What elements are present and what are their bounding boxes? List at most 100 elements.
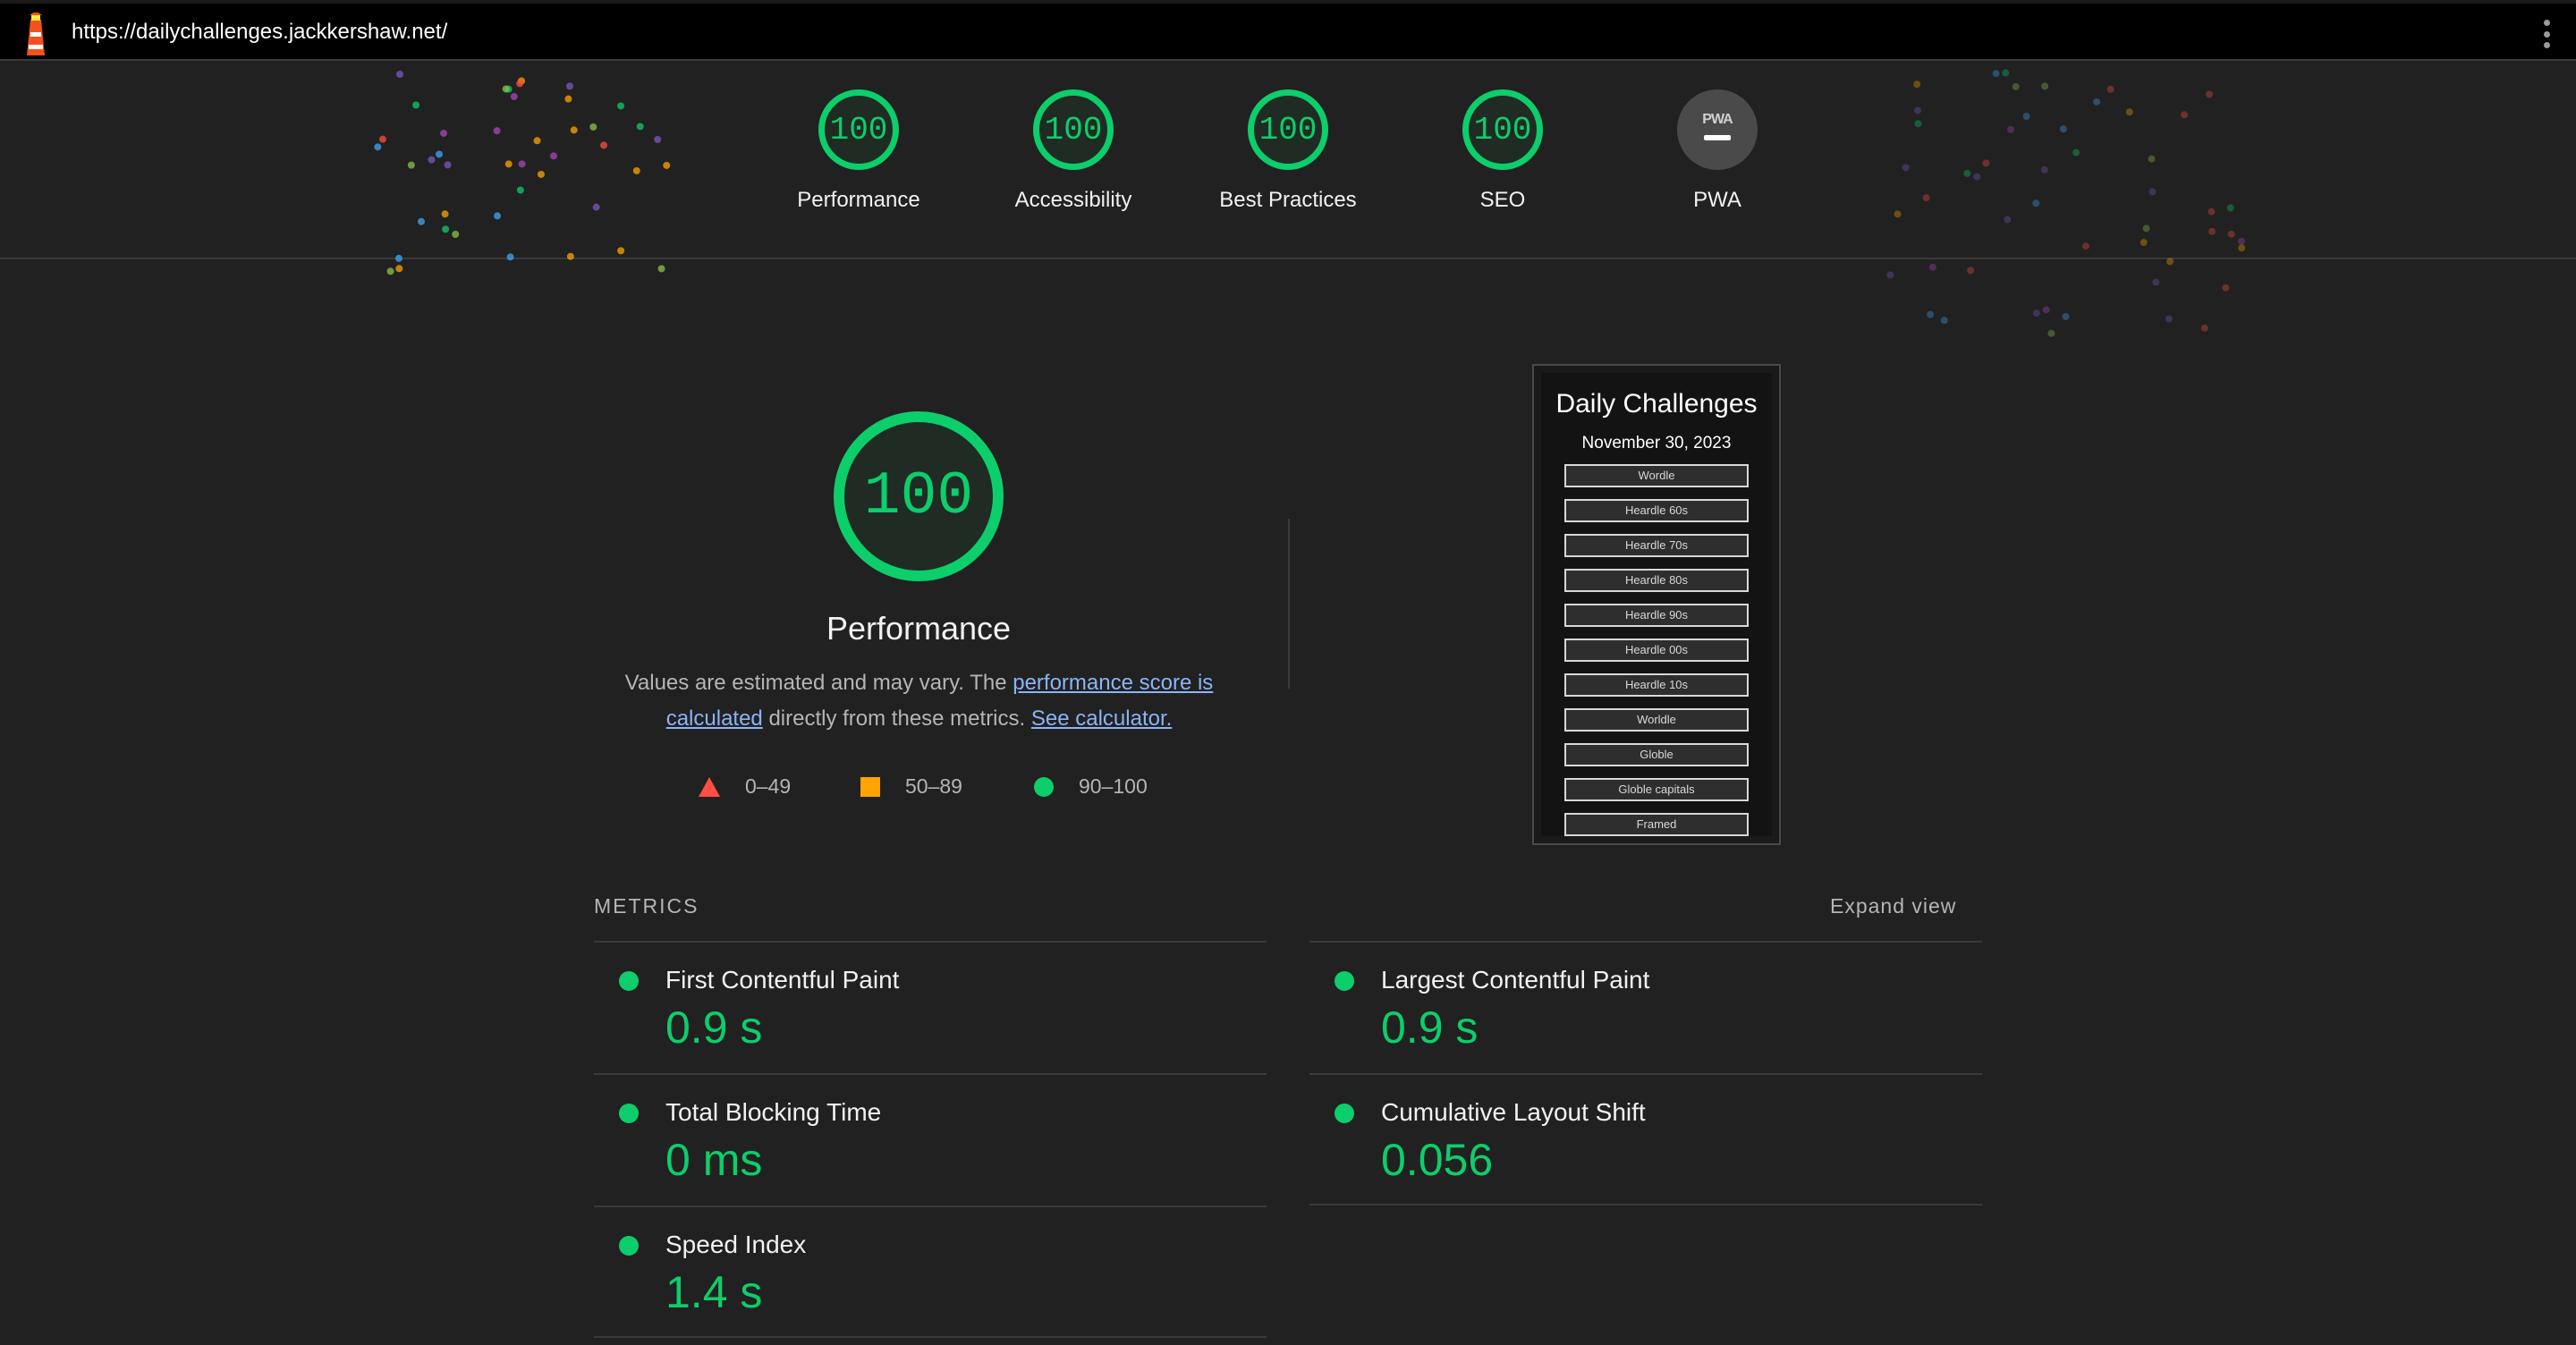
confetti-dot (2207, 207, 2216, 216)
metric-name: First Contentful Paint (665, 966, 900, 994)
metric-name: Total Blocking Time (665, 1098, 882, 1126)
pass-circle-icon (1335, 1104, 1354, 1123)
confetti-dot (516, 80, 524, 88)
gauge-score: 100 (1248, 89, 1328, 170)
challenge-button: Heardle 00s (1564, 639, 1749, 662)
metric-name: Speed Index (665, 1231, 807, 1258)
challenge-button: Framed (1564, 813, 1749, 836)
metric-speed-index[interactable]: Speed Index 1.4 s (594, 1205, 1267, 1338)
confetti-dot (1927, 310, 1935, 318)
confetti-dot (1992, 70, 2000, 78)
score-description: Values are estimated and may vary. The p… (608, 665, 1230, 737)
square-icon (860, 776, 880, 797)
confetti-dot (2227, 230, 2235, 238)
confetti-dot (570, 126, 578, 134)
confetti-dot (428, 156, 436, 164)
confetti-dot (2007, 125, 2015, 133)
performance-title: Performance (826, 610, 1012, 647)
metric-value: 0.9 s (1381, 1002, 1479, 1053)
gauge-seo[interactable]: 100 SEO (1422, 89, 1583, 213)
confetti-dot (518, 77, 526, 85)
metric-name: Cumulative Layout Shift (1381, 1098, 1646, 1126)
metric-value: 0 ms (665, 1135, 763, 1185)
gauge-label: Performance (797, 188, 920, 212)
confetti-dot (2041, 82, 2049, 90)
challenge-button: Wordle (1564, 464, 1749, 487)
challenge-button: Heardle 70s (1564, 534, 1749, 557)
confetti-dot (1914, 120, 1922, 128)
confetti-dot (493, 127, 501, 135)
confetti-dot (2200, 324, 2208, 332)
metric-value: 0.056 (1381, 1135, 1494, 1185)
legend-pass: 90–100 (1034, 774, 1148, 799)
confetti-dot (566, 252, 574, 260)
confetti-dot (2237, 237, 2245, 245)
confetti-dot (2140, 239, 2148, 247)
final-screenshot[interactable]: Daily Challenges November 30, 2023 Wordl… (1532, 364, 1781, 845)
confetti-dot (657, 265, 665, 273)
confetti-dot (2093, 97, 2101, 106)
confetti-dot (1913, 80, 1921, 89)
confetti-dot (2072, 148, 2080, 156)
gauge-accessibility[interactable]: 100 Accessibility (993, 89, 1154, 213)
address-bar: https://dailychallenges.jackkershaw.net/ (0, 0, 2576, 61)
metrics-column-left: First Contentful Paint 0.9 s Total Block… (594, 941, 1267, 1338)
confetti-dot (1902, 164, 1910, 172)
confetti-dot (2142, 224, 2150, 233)
gauge-pwa[interactable]: PWA PWA (1637, 89, 1798, 213)
confetti-dot (2166, 258, 2174, 266)
metric-name: Largest Contentful Paint (1381, 966, 1650, 994)
confetti-dot (549, 152, 557, 160)
confetti-dot (1914, 106, 1922, 114)
confetti-dot (510, 93, 518, 101)
pass-circle-icon (619, 1236, 639, 1256)
metric-value: 1.4 s (665, 1267, 763, 1317)
confetti-dot (600, 141, 608, 149)
metric-largest-contentful-paint[interactable]: Largest Contentful Paint 0.9 s (1309, 941, 1982, 1073)
confetti-dot (617, 102, 625, 110)
confetti-dot (2040, 165, 2048, 173)
confetti-dot (2106, 85, 2114, 93)
expand-view-button[interactable]: Expand view (1830, 894, 1956, 918)
confetti-dot (2012, 82, 2020, 90)
gauge-score: 100 (1033, 89, 1114, 170)
challenge-button: Heardle 80s (1564, 569, 1749, 592)
more-options-icon[interactable] (2542, 20, 2551, 48)
confetti-dot (2238, 244, 2246, 252)
metric-total-blocking-time[interactable]: Total Blocking Time 0 ms (594, 1073, 1267, 1205)
see-calculator-link[interactable]: See calculator. (1031, 706, 1172, 731)
pass-circle-icon (619, 1104, 639, 1123)
confetti-dot (2206, 90, 2214, 98)
gauge-best-practices[interactable]: 100 Best Practices (1208, 89, 1368, 213)
screenshot-title: Daily Challenges (1555, 389, 1758, 419)
confetti-dot (2148, 188, 2157, 196)
gauge-performance[interactable]: 100 Performance (778, 89, 939, 213)
confetti-dot (636, 123, 644, 131)
page-url[interactable]: https://dailychallenges.jackkershaw.net/ (72, 20, 447, 45)
confetti-dot (2032, 309, 2040, 317)
confetti-dot (2047, 329, 2055, 337)
metric-first-contentful-paint[interactable]: First Contentful Paint 0.9 s (594, 941, 1267, 1073)
confetti-dot (2226, 204, 2234, 212)
confetti-dot (1886, 271, 1894, 279)
metric-cumulative-layout-shift[interactable]: Cumulative Layout Shift 0.056 (1309, 1073, 1982, 1205)
desc-text: directly from these metrics. (762, 706, 1031, 731)
legend-average: 50–89 (860, 774, 962, 799)
confetti-dot (632, 166, 640, 174)
confetti-dot (444, 161, 452, 169)
confetti-dot (395, 265, 403, 273)
confetti-dot (2181, 111, 2189, 119)
pwa-badge-text: PWA (1702, 112, 1733, 127)
confetti-dot (1967, 266, 1975, 275)
legend-label: 50–89 (905, 774, 962, 798)
confetti-dot (417, 217, 425, 225)
confetti-dot (374, 143, 382, 151)
pwa-dash-icon (1704, 135, 1731, 140)
confetti-dot (412, 101, 420, 109)
confetti-dot (518, 160, 526, 168)
confetti-dot (2208, 227, 2216, 235)
confetti-dot (506, 253, 514, 261)
confetti-dot (386, 267, 394, 275)
metrics-heading: METRICS (594, 894, 699, 918)
confetti-dot (2152, 278, 2160, 286)
